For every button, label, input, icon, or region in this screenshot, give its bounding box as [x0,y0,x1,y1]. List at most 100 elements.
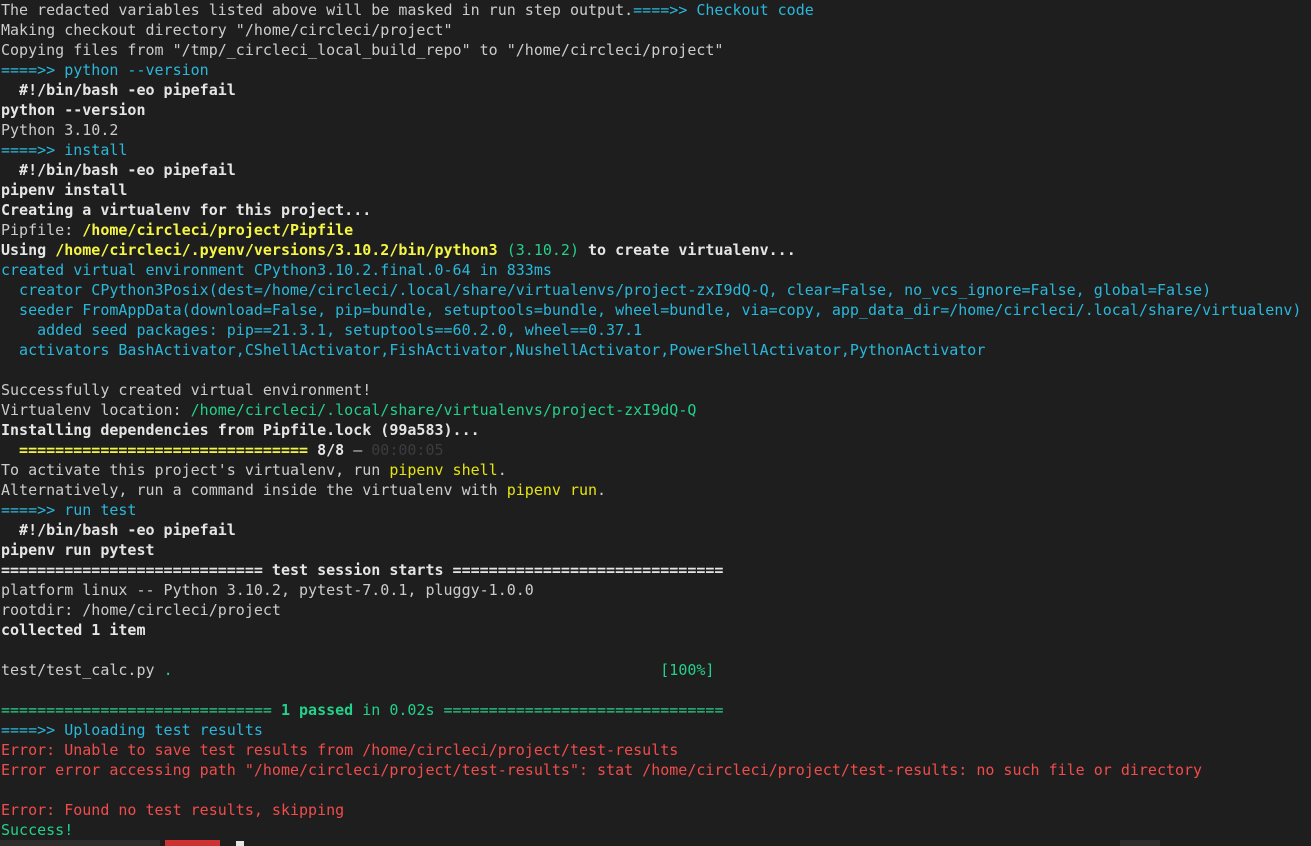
terminal-line: python --version [0,100,1311,120]
terminal-text: — [344,441,372,459]
terminal-text: . [163,661,173,679]
terminal-line: rootdir: /home/circleci/project [0,600,1311,620]
terminal-text: ====>> install [1,141,128,159]
terminal-line: added seed packages: pip==21.3.1, setupt… [0,320,1311,340]
terminal-lines: The redacted variables listed above will… [0,0,1311,840]
terminal-line: platform linux -- Python 3.10.2, pytest-… [0,580,1311,600]
terminal-text: /home/circleci/.pyenv/versions/3.10.2/bi… [55,241,498,259]
terminal-line: Pipfile: /home/circleci/project/Pipfile [0,220,1311,240]
terminal-line: Error: Unable to save test results from … [0,740,1311,760]
terminal-text: To activate this project's virtualenv, r… [1,461,390,479]
terminal-line: ============================== 1 passed … [0,700,1311,720]
terminal-text: Installing dependencies from Pipfile.loc… [1,421,480,439]
terminal-line: Python 3.10.2 [0,120,1311,140]
terminal-text: pipenv shell [389,461,498,479]
terminal-line: activators BashActivator,CShellActivator… [0,340,1311,360]
terminal-line: ============================= test sessi… [0,560,1311,580]
terminal-text: activators BashActivator,CShellActivator… [1,341,986,359]
terminal-text: added seed packages: pip==21.3.1, setupt… [1,321,643,339]
terminal-text: 1 passed [280,701,354,719]
terminal-line: Alternatively, run a command inside the … [0,480,1311,500]
terminal-line: Error: Found no test results, skipping [0,800,1311,820]
terminal-text: Creating a virtualenv for this project..… [1,201,372,219]
terminal-line: The redacted variables listed above will… [0,0,1311,20]
terminal-text: rootdir: /home/circleci/project [1,601,281,619]
terminal-line: Installing dependencies from Pipfile.loc… [0,420,1311,440]
terminal-line: created virtual environment CPython3.10.… [0,260,1311,280]
terminal-text: collected 1 item [1,621,146,639]
terminal-line: ====>> install [0,140,1311,160]
shell-prompt[interactable] [0,840,1311,846]
terminal-text: Successfully created virtual environment… [1,381,372,399]
terminal-text: Error error accessing path "/home/circle… [1,761,1203,779]
terminal-text: (3.10.2) [506,241,579,259]
terminal-text: Using [1,241,56,259]
terminal-line: Using /home/circleci/.pyenv/versions/3.1… [0,240,1311,260]
terminal-line: To activate this project's virtualenv, r… [0,460,1311,480]
terminal-line: Copying files from "/tmp/_circleci_local… [0,40,1311,60]
terminal-text: #!/bin/bash -eo pipefail [1,81,236,99]
terminal-text: #!/bin/bash -eo pipefail [1,521,236,539]
terminal-text: Virtualenv location: [1,401,191,419]
terminal-text: platform linux -- Python 3.10.2, pytest-… [1,581,534,599]
terminal-line: #!/bin/bash -eo pipefail [0,160,1311,180]
terminal-line: pipenv install [0,180,1311,200]
terminal-text: Error: Found no test results, skipping [1,801,345,819]
prompt-right-segment [1120,840,1160,846]
terminal-text: Making checkout directory "/home/circlec… [1,21,453,39]
terminal-text: Copying files from "/tmp/_circleci_local… [1,41,724,59]
terminal-text: pipenv run pytest [1,541,155,559]
terminal-line: seeder FromAppData(download=False, pip=b… [0,300,1311,320]
terminal-line: Successfully created virtual environment… [0,380,1311,400]
terminal-text: ====>> python --version [1,61,209,79]
terminal-text: The redacted variables listed above will… [1,1,634,19]
terminal-line: ================================ 8/8 — 0… [0,440,1311,460]
terminal-text: to create virtualenv... [578,241,796,259]
terminal-line: collected 1 item [0,620,1311,640]
terminal-line: ====>> python --version [0,60,1311,80]
terminal-text: ============================= test sessi… [1,561,724,579]
terminal-text: Alternatively, run a command inside the … [1,481,507,499]
terminal-text: created virtual environment CPython3.10.… [1,261,552,279]
terminal-text: pipenv install [1,181,128,199]
text-cursor [236,841,244,846]
terminal-text: #!/bin/bash -eo pipefail [1,161,236,179]
terminal-text: . [597,481,607,499]
terminal-text: [100%] [660,661,715,679]
terminal-text: ====>> run test [1,501,137,519]
terminal-text: creator CPython3Posix(dest=/home/circlec… [1,281,1212,299]
prompt-segment [0,840,160,846]
terminal-text: seeder FromAppData(download=False, pip=b… [1,301,1302,319]
terminal-text: ============================== [1,701,281,719]
terminal-line: creator CPython3Posix(dest=/home/circlec… [0,280,1311,300]
terminal-line: pipenv run pytest [0,540,1311,560]
terminal-text: /home/circleci/project/Pipfile [82,221,354,239]
terminal-text: 00:00:05 [371,441,444,459]
terminal-line: test/test_calc.py . [100%] [0,660,1311,680]
terminal-text: Error: Unable to save test results from … [1,741,679,759]
terminal-text: pipenv run [506,481,598,499]
terminal-line: ====>> run test [0,500,1311,520]
terminal-line: Success! [0,820,1311,840]
terminal-text: test/test_calc.py [1,661,164,679]
terminal-line: #!/bin/bash -eo pipefail [0,80,1311,100]
terminal-text: python --version [1,101,146,119]
terminal-line: Creating a virtualenv for this project..… [0,200,1311,220]
terminal-line: Virtualenv location: /home/circleci/.loc… [0,400,1311,420]
terminal-text: 8/8 [317,441,345,459]
terminal-text: in 0.02s [353,701,444,719]
terminal-text: Success! [1,821,74,839]
terminal-text: ====>> Checkout code [633,1,814,19]
terminal-text: Pipfile: [1,221,83,239]
terminal-text: /home/circleci/.local/share/virtualenvs/… [190,401,697,419]
terminal-text: =============================== [443,701,724,719]
terminal-text: Python 3.10.2 [1,121,119,139]
prompt-status-segment [165,840,220,846]
terminal-text: ================================ [1,441,318,459]
terminal-output[interactable]: The redacted variables listed above will… [0,0,1311,846]
